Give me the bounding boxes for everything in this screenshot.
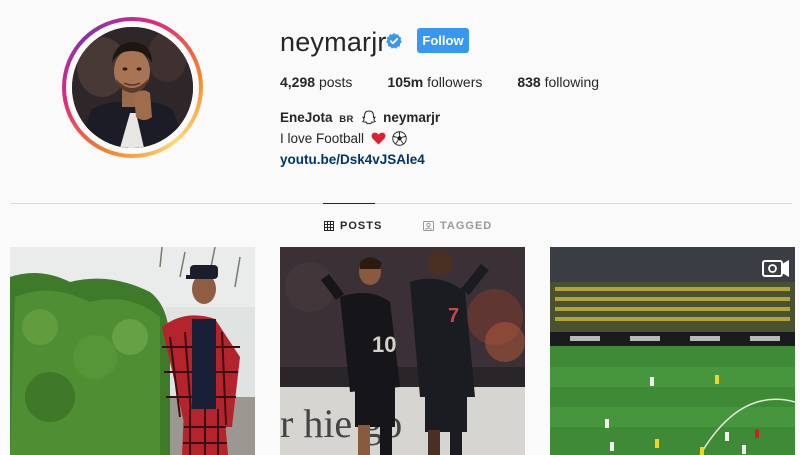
bio-website-link[interactable]: youtu.be/Dsk4vJSAle4 <box>280 152 425 167</box>
tag-icon <box>423 221 434 231</box>
tab-tagged-label: TAGGED <box>440 220 493 232</box>
followers-link[interactable]: 105m followers <box>387 74 482 90</box>
post-thumbnail-1[interactable] <box>10 247 255 455</box>
snapchat-ghost-icon <box>362 110 377 125</box>
post-3-image <box>550 247 795 455</box>
following-label: following <box>544 74 600 90</box>
following-count: 838 <box>517 74 541 90</box>
tab-posts[interactable]: POSTS <box>324 220 382 232</box>
tab-tagged[interactable]: TAGGED <box>423 220 492 232</box>
avatar[interactable] <box>62 17 203 158</box>
avatar-photo <box>72 27 193 148</box>
bio-text: I love Football <box>280 131 365 146</box>
posts-label: posts <box>318 74 353 90</box>
bio-mention-link[interactable]: neymarjr <box>383 110 440 125</box>
profile-full-name: EneJota <box>280 110 333 125</box>
profile-tabs: POSTS TAGGED <box>0 220 800 234</box>
bio-text-line: I love Football <box>280 128 440 149</box>
posts-count: 4,298 <box>280 74 316 90</box>
post-2-image: r hie go 10 7 <box>280 247 525 455</box>
soccer-ball-icon <box>391 131 407 146</box>
posts-count-stat: 4,298 posts <box>280 74 352 90</box>
follow-button[interactable]: Follow <box>417 28 469 53</box>
svg-text:10: 10 <box>372 332 396 357</box>
bio-link-line: youtu.be/Dsk4vJSAle4 <box>280 149 440 170</box>
post-1-image <box>10 247 255 455</box>
following-link[interactable]: 838 following <box>517 74 599 90</box>
tabs-divider <box>10 203 792 204</box>
verified-badge-icon <box>386 33 402 49</box>
profile-stats: 4,298 posts 105m followers 838 following <box>280 74 634 90</box>
svg-text:7: 7 <box>448 305 459 327</box>
country-tag: BR <box>339 114 354 125</box>
instagram-profile-page: neymarjr Follow 4,298 posts 105m followe… <box>0 0 800 455</box>
bio-name-line: EneJota BR neymarjr <box>280 107 440 128</box>
red-heart-icon <box>371 132 386 145</box>
profile-bio: EneJota BR neymarjr I love Football yout… <box>280 107 440 170</box>
tab-posts-label: POSTS <box>340 220 383 232</box>
grid-icon <box>324 221 334 231</box>
profile-username: neymarjr <box>280 27 387 57</box>
post-thumbnail-3[interactable] <box>550 247 795 455</box>
followers-count: 105m <box>387 74 424 90</box>
active-tab-indicator <box>323 203 375 204</box>
followers-label: followers <box>427 74 483 90</box>
post-thumbnail-2[interactable]: r hie go 10 7 <box>280 247 525 455</box>
